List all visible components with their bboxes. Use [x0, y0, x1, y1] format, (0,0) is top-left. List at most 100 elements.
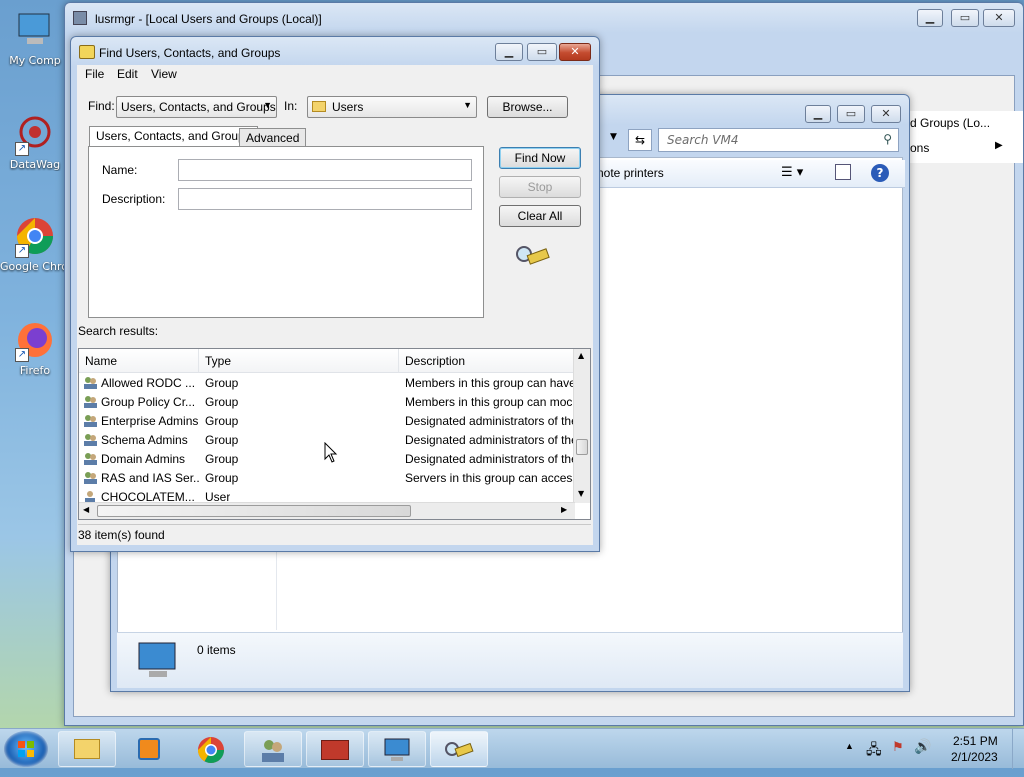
group-icon	[83, 395, 98, 409]
network-icon[interactable]: 🖧	[866, 739, 882, 763]
preview-pane-icon[interactable]	[835, 164, 851, 180]
minimize-button[interactable]: ▁	[805, 105, 831, 123]
chevron-right-icon[interactable]: ▶	[995, 140, 1003, 151]
taskbar: ▲ 🖧 ⚑ 🔊 2:51 PM 2/1/2023	[0, 728, 1024, 769]
tray-expand-icon[interactable]: ▲	[845, 741, 854, 751]
horizontal-scrollbar[interactable]: ◀ ▶	[79, 502, 575, 519]
column-header-description[interactable]: Description	[399, 349, 575, 373]
taskbar-toolbox[interactable]	[306, 731, 364, 767]
cell-name: RAS and IAS Ser...	[101, 471, 199, 485]
desktop-icon-label: Firefo	[19, 364, 51, 377]
maximize-button[interactable]: ▭	[951, 9, 979, 27]
computer-icon	[13, 8, 57, 52]
find-type-select[interactable]: Users, Contacts, and Groups ▼	[116, 96, 277, 118]
column-header-type[interactable]: Type	[199, 349, 399, 373]
desktop-icon-datawag[interactable]: ↗ DataWag	[0, 112, 70, 171]
search-icon[interactable]: ⚲	[883, 132, 892, 146]
group-icon	[83, 471, 98, 485]
search-flashlight-icon	[445, 742, 474, 758]
cell-type: Group	[205, 395, 239, 409]
menu-file[interactable]: File	[85, 67, 104, 81]
taskbar-find-dialog[interactable]	[430, 731, 488, 767]
stop-button[interactable]: Stop	[499, 176, 581, 198]
chevron-down-icon: ▼	[263, 100, 272, 110]
view-options-icon[interactable]: ☰ ▾	[781, 165, 803, 180]
table-row[interactable]: RAS and IAS Ser... Group Servers in this…	[79, 469, 575, 488]
show-desktop-button[interactable]	[1012, 729, 1024, 769]
clear-all-button[interactable]: Clear All	[499, 205, 581, 227]
right-panel-item[interactable]: ons	[910, 141, 929, 155]
close-button[interactable]: ✕	[983, 9, 1015, 27]
computer-icon	[384, 738, 410, 761]
scroll-right-icon[interactable]: ▶	[561, 505, 567, 514]
taskbar-media-player[interactable]	[120, 731, 178, 767]
in-location-select[interactable]: Users ▼	[307, 96, 477, 118]
cell-name: Domain Admins	[101, 452, 186, 466]
cell-description: Designated administrators of the	[405, 452, 575, 466]
vertical-scroll-thumb[interactable]	[576, 439, 588, 455]
name-label: Name:	[102, 163, 138, 177]
help-icon[interactable]: ?	[871, 164, 889, 182]
scroll-down-icon[interactable]: ▼	[578, 489, 584, 498]
table-row[interactable]: Group Policy Cr... Group Members in this…	[79, 393, 575, 412]
vertical-scrollbar[interactable]: ▲ ▼	[573, 349, 590, 503]
description-input[interactable]	[178, 188, 472, 210]
table-row[interactable]: Enterprise Admins Group Designated admin…	[79, 412, 575, 431]
desktop-icon-firefox[interactable]: ↗ Firefo	[0, 318, 70, 377]
desktop-icon-my-computer[interactable]: My Comp	[0, 8, 70, 67]
taskbar-computer-management[interactable]	[368, 731, 426, 767]
close-button[interactable]: ✕	[871, 105, 901, 123]
search-input[interactable]: Search VM4 ⚲	[658, 128, 899, 152]
right-panel-heading: d Groups (Lo...	[910, 116, 991, 130]
desktop-icon-chrome[interactable]: ↗ Google Chrom	[0, 214, 70, 273]
cell-type: Group	[205, 452, 239, 466]
minimize-button[interactable]: ▁	[495, 43, 523, 61]
taskbar-explorer[interactable]	[58, 731, 116, 767]
taskbar-users-groups[interactable]	[244, 731, 302, 767]
horizontal-scroll-thumb[interactable]	[97, 505, 411, 517]
menu-edit[interactable]: Edit	[117, 67, 138, 81]
cell-type: Group	[205, 433, 239, 447]
window-title: lusrmgr - [Local Users and Groups (Local…	[95, 12, 322, 26]
cell-name: Enterprise Admins	[101, 414, 199, 428]
action-center-icon[interactable]: ⚑	[892, 739, 904, 755]
users-icon	[262, 740, 284, 762]
clock-date[interactable]: 2/1/2023	[951, 750, 998, 764]
volume-icon[interactable]: 🔊	[914, 738, 931, 755]
maximize-button[interactable]: ▭	[527, 43, 557, 61]
refresh-icon[interactable]: ⇆	[628, 129, 652, 151]
minimize-button[interactable]: ▁	[917, 9, 943, 27]
close-button[interactable]: ✕	[559, 43, 591, 61]
results-list[interactable]: Name Type Description Allowed RODC ... G…	[78, 348, 591, 520]
column-header-name[interactable]: Name	[79, 349, 199, 373]
menu-bar: File Edit View	[77, 65, 593, 85]
start-button[interactable]	[4, 731, 48, 767]
command-printers[interactable]: note printers	[597, 166, 664, 180]
dialog-title: Find Users, Contacts, and Groups	[99, 46, 281, 60]
name-input[interactable]	[178, 159, 472, 181]
datawag-icon: ↗	[13, 112, 57, 156]
scroll-up-icon[interactable]: ▲	[578, 351, 584, 360]
cell-name: Group Policy Cr...	[101, 395, 196, 409]
table-row[interactable]: Allowed RODC ... Group Members in this g…	[79, 374, 575, 393]
menu-view[interactable]: View	[151, 67, 177, 81]
group-icon	[83, 376, 98, 390]
item-count: 0 items	[197, 643, 236, 657]
cell-type: Group	[205, 414, 239, 428]
tab-users-contacts-groups[interactable]: Users, Contacts, and Groups	[89, 126, 258, 148]
maximize-button[interactable]: ▭	[837, 105, 865, 123]
address-dropdown-arrow[interactable]: ▼	[610, 132, 617, 142]
cell-description: Servers in this group can access	[405, 471, 575, 485]
clock-time[interactable]: 2:51 PM	[953, 734, 998, 748]
windows-logo-icon	[18, 741, 34, 757]
find-now-button[interactable]: Find Now	[499, 147, 581, 169]
scroll-left-icon[interactable]: ◀	[83, 505, 89, 514]
tab-advanced[interactable]: Advanced	[239, 128, 307, 148]
in-label: In:	[284, 99, 298, 113]
browse-button[interactable]: Browse...	[487, 96, 568, 118]
taskbar-chrome[interactable]	[182, 731, 240, 767]
find-type-value: Users, Contacts, and Groups	[121, 100, 276, 114]
cell-description: Designated administrators of the	[405, 414, 575, 428]
search-flashlight-icon	[516, 246, 550, 265]
cell-name: Schema Admins	[101, 433, 188, 447]
